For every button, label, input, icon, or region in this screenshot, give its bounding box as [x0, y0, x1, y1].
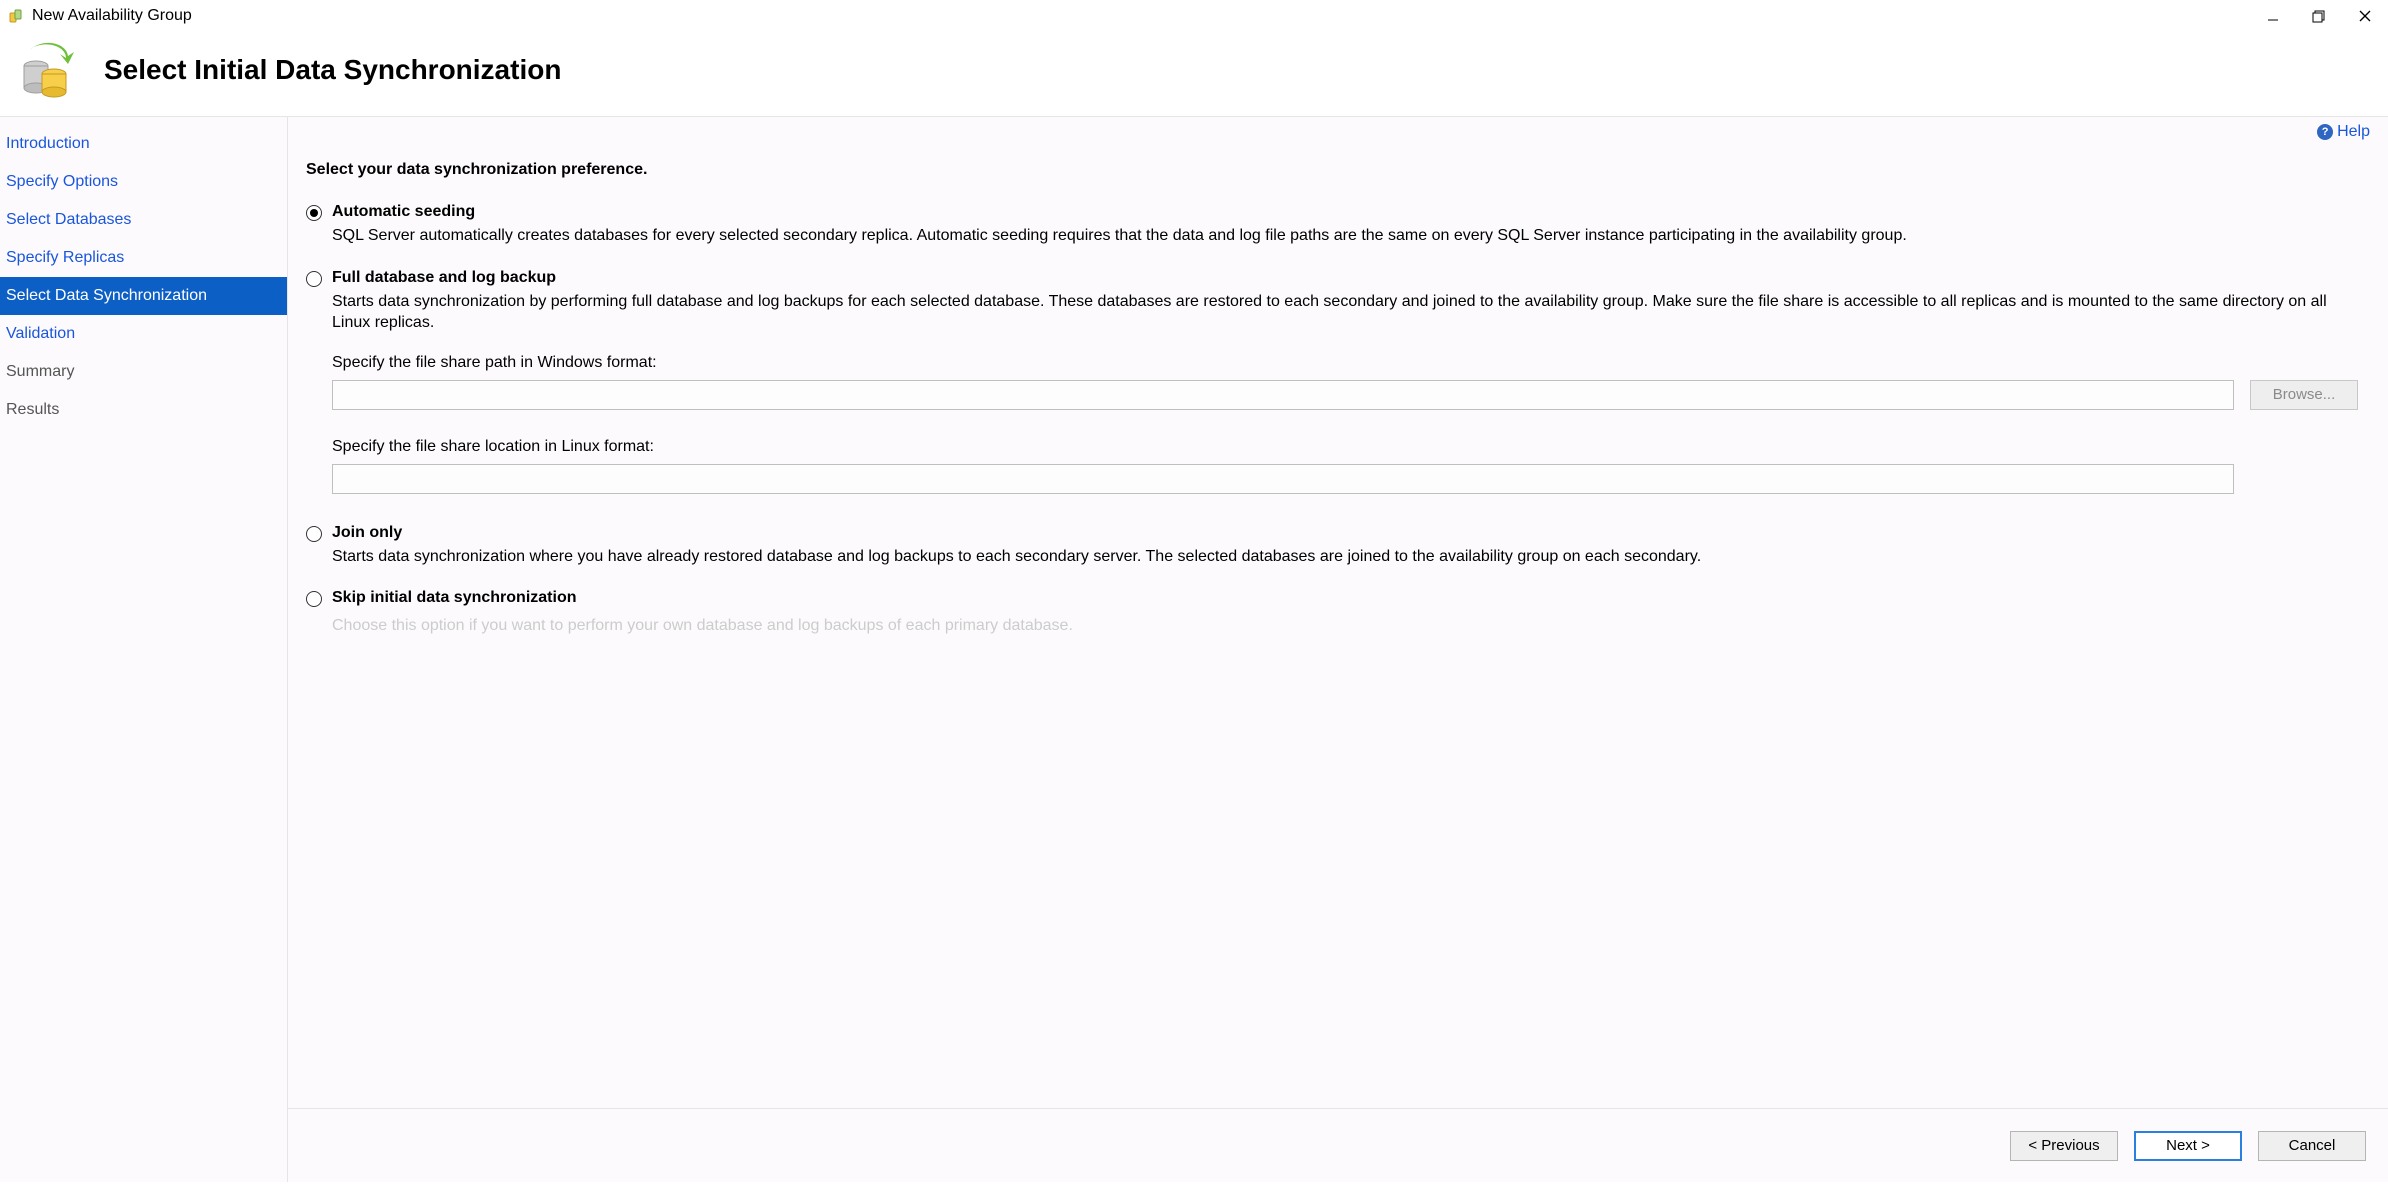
page-title: Select Initial Data Synchronization: [104, 54, 561, 86]
browse-button[interactable]: Browse...: [2250, 380, 2358, 410]
linux-path-input[interactable]: [332, 464, 2234, 494]
wizard-footer: < Previous Next > Cancel: [288, 1108, 2388, 1182]
sync-prompt: Select your data synchronization prefere…: [306, 161, 2358, 179]
sidebar-item-specify-replicas[interactable]: Specify Replicas: [0, 239, 287, 277]
option-title-automatic-seeding: Automatic seeding: [332, 203, 2358, 221]
option-title-full-backup: Full database and log backup: [332, 269, 2358, 287]
previous-button[interactable]: < Previous: [2010, 1131, 2118, 1161]
content-area: Select your data synchronization prefere…: [288, 141, 2388, 1108]
maximize-button[interactable]: [2296, 0, 2342, 32]
option-desc-automatic-seeding: SQL Server automatically creates databas…: [332, 225, 2358, 247]
sidebar-item-results: Results: [0, 391, 287, 429]
windows-path-input[interactable]: [332, 380, 2234, 410]
wizard-main: ? Help Select your data synchronization …: [288, 117, 2388, 1182]
sidebar-item-introduction[interactable]: Introduction: [0, 125, 287, 163]
radio-skip[interactable]: [306, 591, 322, 607]
windows-path-label: Specify the file share path in Windows f…: [332, 354, 2358, 372]
option-desc-join-only: Starts data synchronization where you ha…: [332, 546, 2358, 568]
window-titlebar: New Availability Group: [0, 0, 2388, 32]
radio-automatic-seeding[interactable]: [306, 205, 322, 221]
help-icon: ?: [2317, 124, 2333, 140]
linux-path-label: Specify the file share location in Linux…: [332, 438, 2358, 456]
help-link[interactable]: ? Help: [2317, 123, 2370, 141]
sidebar-item-summary: Summary: [0, 353, 287, 391]
sidebar-item-specify-options[interactable]: Specify Options: [0, 163, 287, 201]
app-icon: [8, 8, 24, 24]
next-button[interactable]: Next >: [2134, 1131, 2242, 1161]
sidebar-item-select-databases[interactable]: Select Databases: [0, 201, 287, 239]
window-controls: [2250, 0, 2388, 32]
minimize-button[interactable]: [2250, 0, 2296, 32]
radio-join-only[interactable]: [306, 526, 322, 542]
help-label: Help: [2337, 123, 2370, 141]
option-full-backup[interactable]: Full database and log backup Starts data…: [306, 269, 2358, 334]
cancel-button[interactable]: Cancel: [2258, 1131, 2366, 1161]
sidebar-item-select-data-synchronization[interactable]: Select Data Synchronization: [0, 277, 287, 315]
option-automatic-seeding[interactable]: Automatic seeding SQL Server automatical…: [306, 203, 2358, 247]
option-desc-full-backup: Starts data synchronization by performin…: [332, 291, 2358, 334]
wizard-header: Select Initial Data Synchronization: [0, 32, 2388, 116]
option-title-skip: Skip initial data synchronization: [332, 589, 2358, 607]
wizard-header-icon: [18, 42, 74, 98]
sidebar-item-validation[interactable]: Validation: [0, 315, 287, 353]
radio-full-backup[interactable]: [306, 271, 322, 287]
option-title-join-only: Join only: [332, 524, 2358, 542]
wizard-sidebar: Introduction Specify Options Select Data…: [0, 117, 288, 1182]
window-title: New Availability Group: [32, 7, 192, 25]
close-button[interactable]: [2342, 0, 2388, 32]
option-skip[interactable]: Skip initial data synchronization: [306, 589, 2358, 611]
option-desc-skip: Choose this option if you want to perfor…: [332, 617, 2358, 635]
wizard-body: Introduction Specify Options Select Data…: [0, 116, 2388, 1182]
help-bar: ? Help: [288, 117, 2388, 141]
option-join-only[interactable]: Join only Starts data synchronization wh…: [306, 524, 2358, 568]
